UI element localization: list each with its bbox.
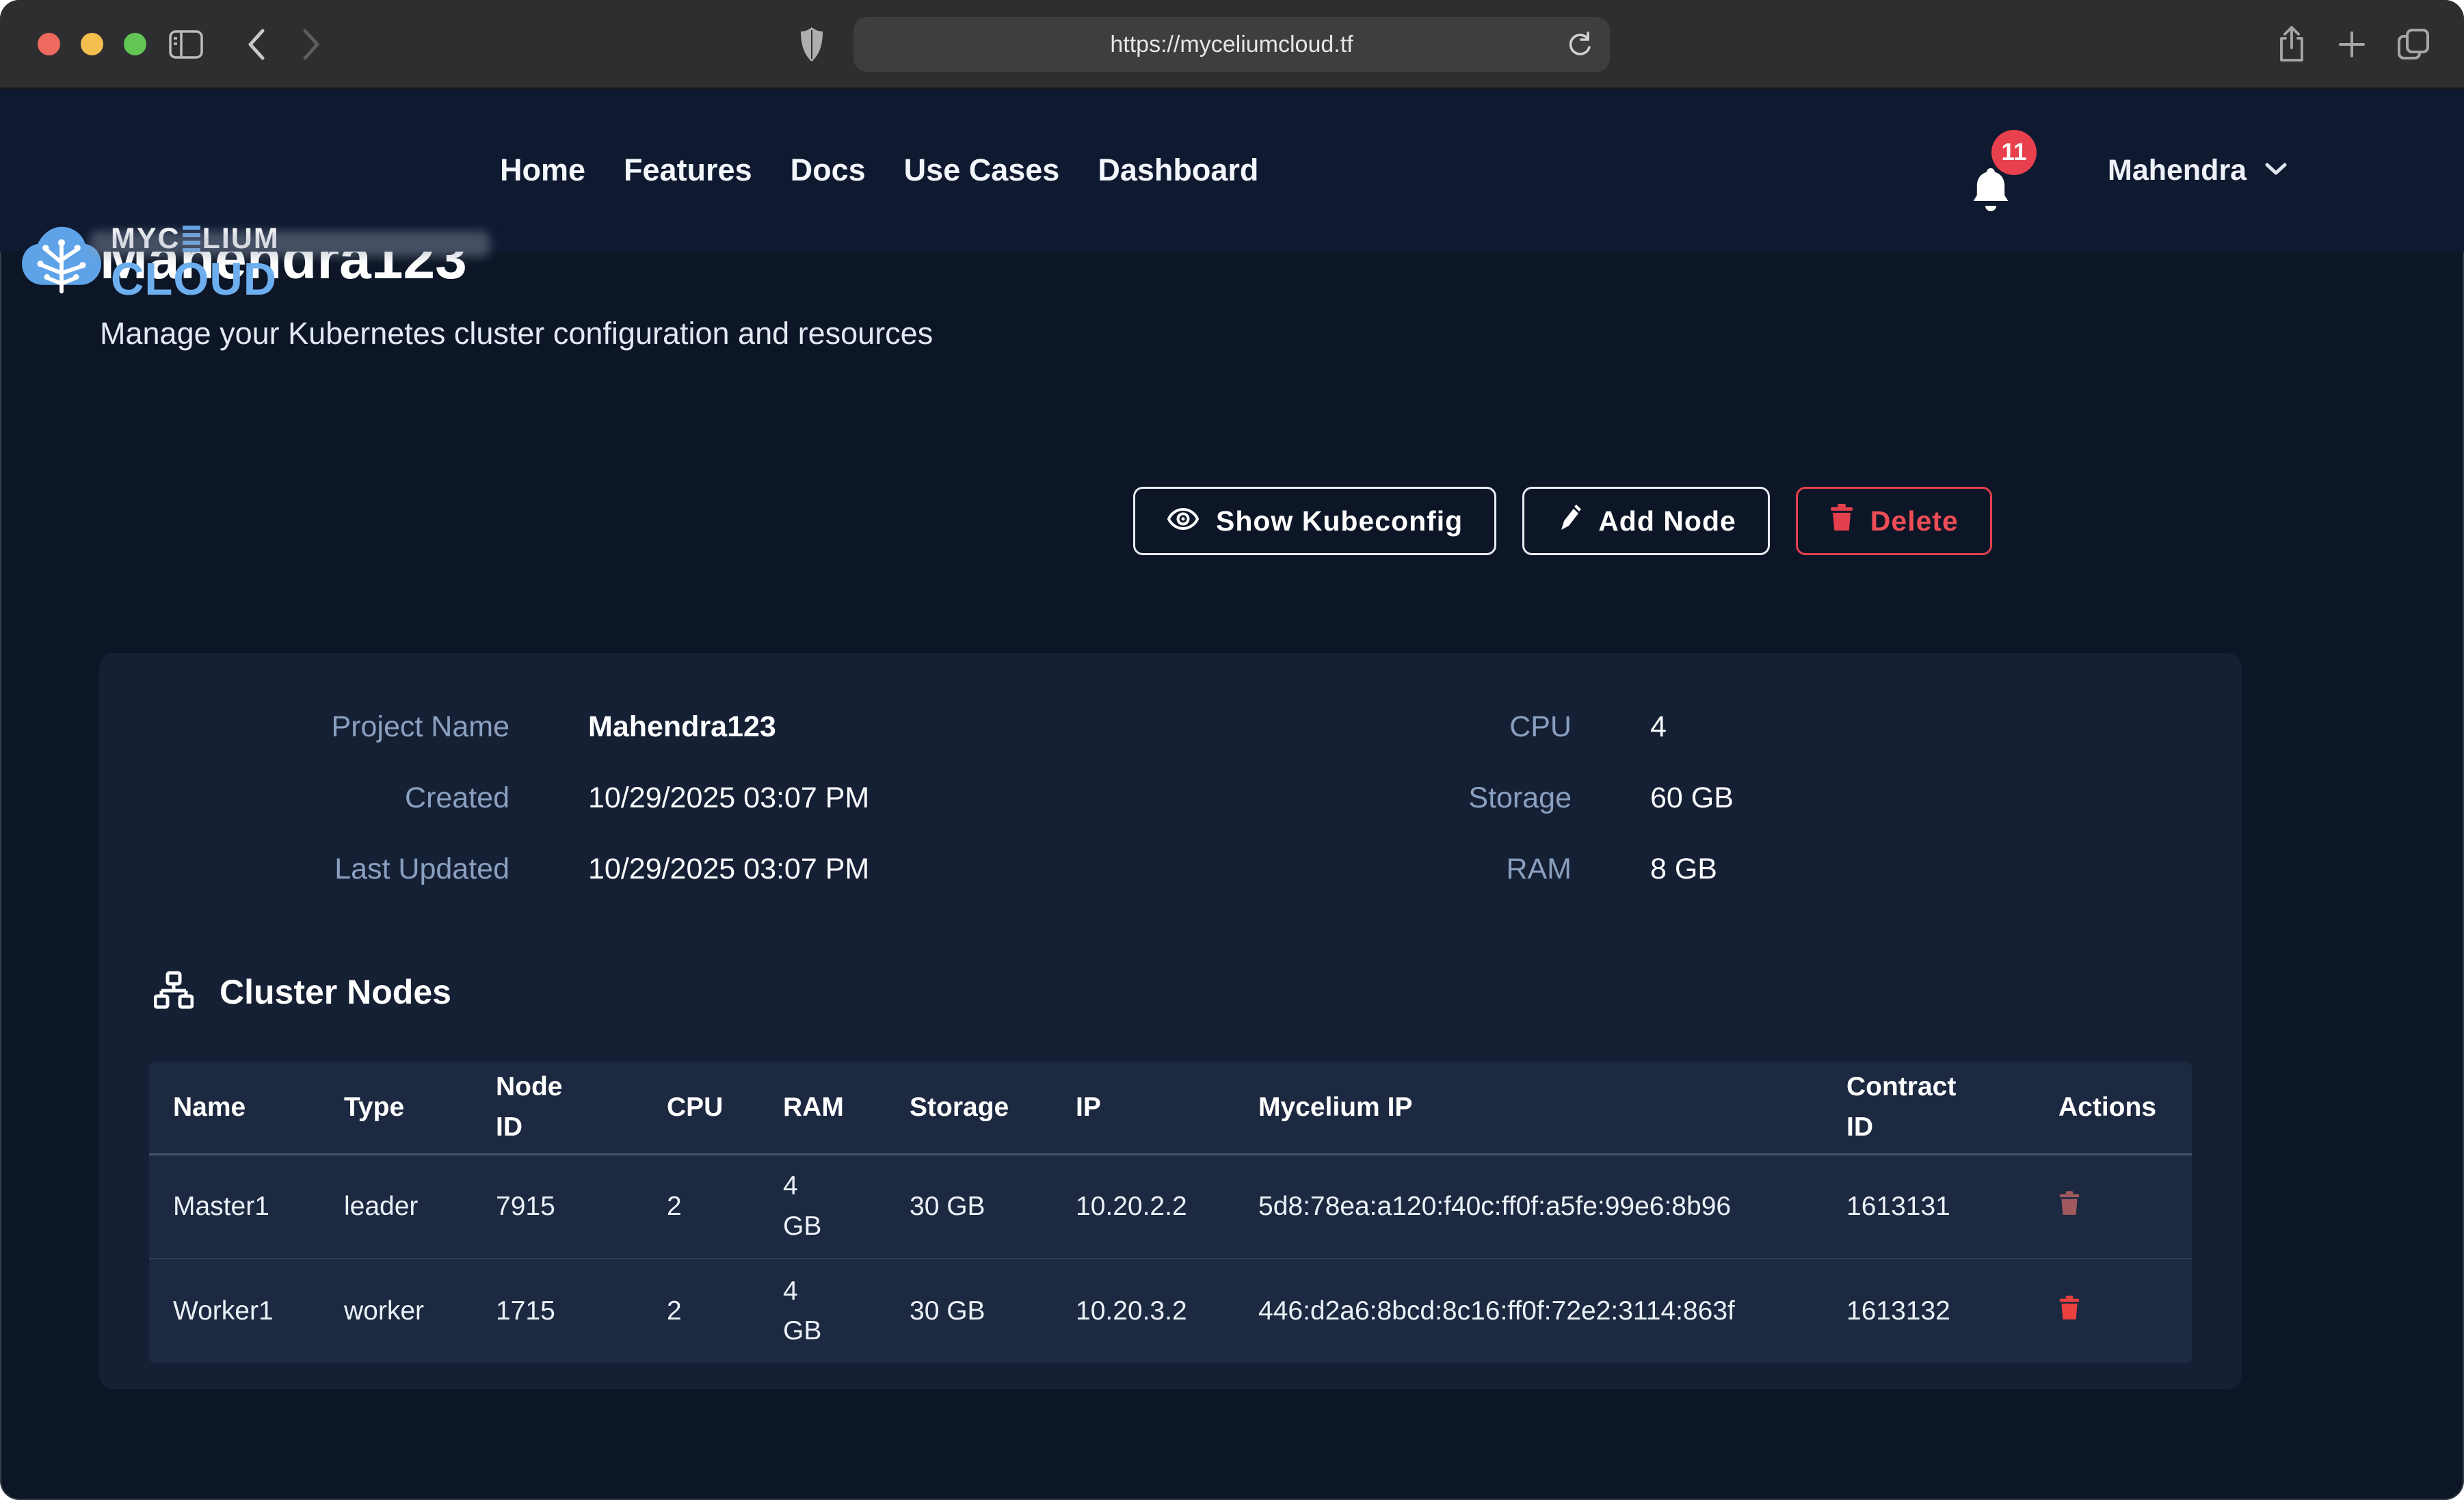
delete-node-icon[interactable] (2058, 1194, 2080, 1223)
col-type: Type (320, 1062, 472, 1154)
delete-node-icon[interactable] (2058, 1298, 2080, 1328)
cell-storage: 30 GB (886, 1154, 1052, 1259)
tab-overview-icon[interactable] (2396, 0, 2432, 89)
table-row: Worker1 worker 1715 2 4 GB 30 GB 10.20.3… (149, 1259, 2192, 1363)
table-header-row: Name Type Node ID CPU RAM Storage IP Myc… (149, 1062, 2192, 1154)
cell-type: leader (320, 1154, 472, 1259)
cpu-label: CPU (1330, 710, 1572, 744)
notifications-button[interactable]: 11 (1970, 130, 2052, 219)
col-ip: IP (1052, 1062, 1234, 1154)
last-updated-value: 10/29/2025 03:07 PM (509, 853, 1330, 886)
cluster-actions: Show Kubeconfig Add Node Delete (1133, 487, 1992, 555)
traffic-lights (38, 33, 146, 55)
sidebar-toggle-icon[interactable] (168, 0, 204, 89)
cell-node-id: 7915 (472, 1154, 643, 1259)
nav-link-docs[interactable]: Docs (791, 152, 866, 188)
add-node-button[interactable]: Add Node (1522, 487, 1770, 555)
cluster-nodes-heading: Cluster Nodes (154, 970, 451, 1013)
col-name: Name (149, 1062, 320, 1154)
cell-mycelium-ip: 446:d2a6:8bcd:8c16:ff0f:72e2:3114:863f (1234, 1259, 1823, 1363)
privacy-shield-icon[interactable] (799, 0, 825, 89)
cell-type: worker (320, 1259, 472, 1363)
share-icon[interactable] (2276, 0, 2307, 89)
col-node-id: Node ID (472, 1062, 643, 1154)
pencil-icon (1556, 504, 1582, 538)
cell-ip: 10.20.2.2 (1052, 1154, 1234, 1259)
storage-label: Storage (1330, 781, 1572, 815)
col-cpu: CPU (643, 1062, 759, 1154)
project-name-value: Mahendra123 (509, 710, 1330, 744)
maximize-window-button[interactable] (124, 33, 146, 55)
cell-actions (2035, 1259, 2192, 1363)
cell-node-id: 1715 (472, 1259, 643, 1363)
project-name-label: Project Name (99, 710, 509, 744)
cell-contract-id: 1613132 (1823, 1259, 2035, 1363)
storage-value: 60 GB (1572, 781, 2242, 815)
nav-link-features[interactable]: Features (624, 152, 752, 188)
col-storage: Storage (886, 1062, 1052, 1154)
nav-link-use-cases[interactable]: Use Cases (904, 152, 1060, 188)
cluster-nodes-title: Cluster Nodes (220, 972, 451, 1012)
cell-name: Master1 (149, 1154, 320, 1259)
trash-icon (1829, 503, 1854, 539)
mycelium-cloud-logo-icon (22, 223, 101, 303)
app-navbar: MYCLIUM CLOUD Home Features Docs Use Cas… (0, 89, 2464, 252)
project-info-grid: Project Name Mahendra123 CPU 4 Created 1… (99, 691, 2242, 905)
created-value: 10/29/2025 03:07 PM (509, 781, 1330, 815)
col-actions: Actions (2035, 1062, 2192, 1154)
show-kubeconfig-label: Show Kubeconfig (1216, 505, 1463, 537)
nav-link-home[interactable]: Home (500, 152, 585, 188)
new-tab-icon[interactable] (2336, 0, 2368, 89)
browser-chrome: https://myceliumcloud.tf (0, 0, 2464, 89)
cell-cpu: 2 (643, 1259, 759, 1363)
project-card: Project Name Mahendra123 CPU 4 Created 1… (99, 653, 2242, 1389)
delete-cluster-button[interactable]: Delete (1796, 487, 1992, 555)
cell-ram: 4 GB (759, 1154, 886, 1259)
user-name: Mahendra (2108, 154, 2247, 187)
cluster-nodes-icon (154, 970, 194, 1013)
cell-mycelium-ip: 5d8:78ea:a120:f40c:ff0f:a5fe:99e6:8b96 (1234, 1154, 1823, 1259)
col-contract-id: Contract ID (1823, 1062, 2035, 1154)
nav-link-dashboard[interactable]: Dashboard (1098, 152, 1258, 188)
eye-icon (1167, 505, 1200, 537)
show-kubeconfig-button[interactable]: Show Kubeconfig (1133, 487, 1496, 555)
table-row: Master1 leader 7915 2 4 GB 30 GB 10.20.2… (149, 1154, 2192, 1259)
cpu-value: 4 (1572, 710, 2242, 744)
ram-value: 8 GB (1572, 853, 2242, 886)
col-ram: RAM (759, 1062, 886, 1154)
cell-ip: 10.20.3.2 (1052, 1259, 1234, 1363)
delete-label: Delete (1870, 505, 1959, 537)
forward-button-icon[interactable] (301, 0, 323, 89)
url-text: https://myceliumcloud.tf (1110, 31, 1353, 58)
user-menu[interactable]: Mahendra (2108, 89, 2288, 252)
cell-storage: 30 GB (886, 1259, 1052, 1363)
chevron-down-icon (2264, 161, 2288, 180)
cell-contract-id: 1613131 (1823, 1154, 2035, 1259)
back-button-icon[interactable] (245, 0, 267, 89)
last-updated-label: Last Updated (99, 853, 509, 886)
cell-ram: 4 GB (759, 1259, 886, 1363)
cell-actions (2035, 1154, 2192, 1259)
cell-cpu: 2 (643, 1154, 759, 1259)
col-mycelium-ip: Mycelium IP (1234, 1062, 1823, 1154)
nav-links: Home Features Docs Use Cases Dashboard (500, 89, 1258, 252)
brand-line-cloud: CLOUD (111, 256, 280, 302)
close-window-button[interactable] (38, 33, 60, 55)
browser-window: https://myceliumcloud.tf (0, 0, 2464, 1500)
created-label: Created (99, 781, 509, 815)
add-node-label: Add Node (1598, 505, 1736, 537)
cluster-nodes-table: Name Type Node ID CPU RAM Storage IP Myc… (149, 1062, 2192, 1363)
notification-badge: 11 (1991, 130, 2037, 175)
cell-name: Worker1 (149, 1259, 320, 1363)
title-blur-smear (90, 231, 490, 257)
minimize-window-button[interactable] (81, 33, 103, 55)
ram-label: RAM (1330, 853, 1572, 886)
nodes-table-wrap: Name Type Node ID CPU RAM Storage IP Myc… (149, 1062, 2192, 1363)
reload-icon[interactable] (1565, 29, 1595, 66)
page-subtitle: Manage your Kubernetes cluster configura… (100, 316, 933, 351)
address-bar[interactable]: https://myceliumcloud.tf (853, 17, 1610, 72)
